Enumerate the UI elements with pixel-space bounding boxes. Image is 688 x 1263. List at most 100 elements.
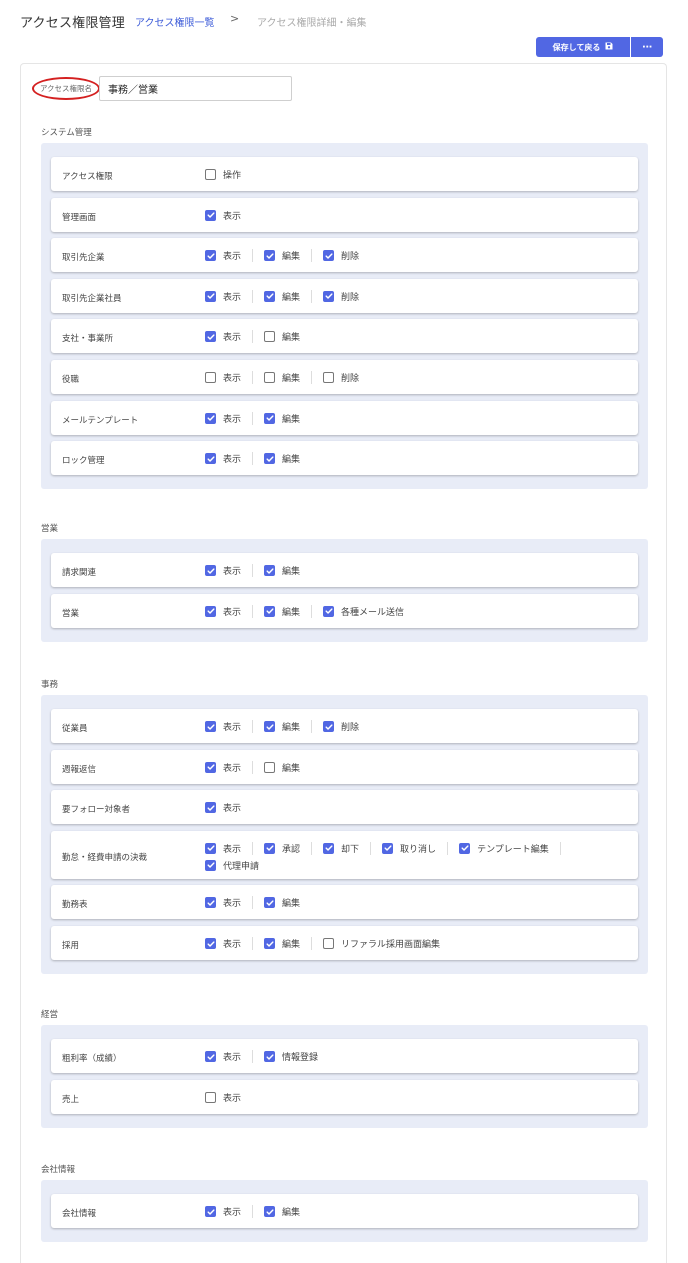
option-divider <box>252 896 254 910</box>
permission-option[interactable]: 表示 <box>205 290 241 303</box>
permission-option[interactable]: 編集 <box>264 937 300 950</box>
permission-option[interactable]: 編集 <box>264 720 300 733</box>
permission-option[interactable]: 表示 <box>205 249 241 262</box>
permission-option[interactable]: 編集 <box>264 412 300 425</box>
permission-option[interactable]: 表示 <box>205 330 241 343</box>
checkbox-checked-icon[interactable] <box>205 842 216 854</box>
permission-option[interactable]: 編集 <box>264 761 300 774</box>
checkbox-checked-icon[interactable] <box>205 721 216 732</box>
checkbox-checked-icon[interactable] <box>264 412 276 424</box>
permission-option[interactable]: 編集 <box>264 249 300 262</box>
permission-option[interactable]: 表示 <box>205 452 241 465</box>
checkbox-checked-icon[interactable] <box>264 565 276 576</box>
permission-option[interactable]: 編集 <box>264 605 300 618</box>
permission-option[interactable]: 操作 <box>205 168 241 181</box>
permission-option[interactable]: 各種メール送信 <box>323 605 404 618</box>
permission-option-label: 代理申請 <box>223 861 260 872</box>
permission-option[interactable]: 表示 <box>205 720 241 733</box>
permission-option[interactable]: 代理申請 <box>205 859 259 872</box>
permission-option[interactable]: 表示 <box>205 801 241 814</box>
permission-option[interactable]: 表示 <box>205 1050 241 1063</box>
permission-option[interactable]: 承認 <box>264 842 300 855</box>
permission-option[interactable]: 編集 <box>264 330 300 343</box>
checkbox-unchecked-icon[interactable] <box>264 372 276 383</box>
checkbox-checked-icon[interactable] <box>264 250 276 262</box>
checkbox-checked-icon[interactable] <box>205 453 216 465</box>
permission-option[interactable]: 削除 <box>323 249 359 262</box>
permission-option[interactable]: 表示 <box>205 605 241 618</box>
permission-option[interactable]: 表示 <box>205 1205 241 1218</box>
checkbox-checked-icon[interactable] <box>264 605 276 617</box>
permission-option-label: 表示 <box>223 607 242 618</box>
permission-option[interactable]: 表示 <box>205 564 241 577</box>
access-name-label: アクセス権限名 <box>32 77 100 100</box>
checkbox-checked-icon[interactable] <box>205 802 216 814</box>
permission-option[interactable]: 表示 <box>205 937 241 950</box>
checkbox-checked-icon[interactable] <box>205 938 216 949</box>
permission-option[interactable]: 表示 <box>205 1091 241 1104</box>
page-header: アクセス権限管理 アクセス権限一覧 > アクセス権限詳細・編集 <box>0 0 688 40</box>
checkbox-checked-icon[interactable] <box>264 1206 276 1217</box>
access-name-input[interactable] <box>99 76 292 101</box>
permission-option[interactable]: 表示 <box>205 842 241 855</box>
permission-option[interactable]: 情報登録 <box>264 1050 318 1063</box>
checkbox-unchecked-icon[interactable] <box>323 938 335 949</box>
permission-row-label: 管理画面 <box>62 212 97 223</box>
more-options-button[interactable]: ··· <box>631 37 663 57</box>
permission-option[interactable]: 削除 <box>323 290 359 303</box>
permission-option[interactable]: 編集 <box>264 1205 300 1218</box>
permission-option[interactable]: 編集 <box>264 371 300 384</box>
checkbox-checked-icon[interactable] <box>205 290 216 302</box>
checkbox-unchecked-icon[interactable] <box>264 761 276 773</box>
checkbox-checked-icon[interactable] <box>264 453 276 465</box>
permission-option[interactable]: 編集 <box>264 896 300 909</box>
permission-option[interactable]: 表示 <box>205 896 241 909</box>
checkbox-checked-icon[interactable] <box>205 412 216 424</box>
checkbox-checked-icon[interactable] <box>205 1206 216 1217</box>
checkbox-checked-icon[interactable] <box>205 331 216 343</box>
checkbox-unchecked-icon[interactable] <box>205 1091 216 1103</box>
checkbox-unchecked-icon[interactable] <box>264 331 276 343</box>
permission-option[interactable]: 削除 <box>323 720 359 733</box>
save-and-back-button[interactable]: 保存して戻る <box>536 37 630 57</box>
checkbox-checked-icon[interactable] <box>323 721 335 732</box>
permission-option[interactable]: 取り消し <box>382 842 436 855</box>
permission-option[interactable]: 却下 <box>323 842 359 855</box>
permission-option-label: 削除 <box>341 252 360 263</box>
permission-option[interactable]: 編集 <box>264 452 300 465</box>
checkbox-checked-icon[interactable] <box>264 897 276 909</box>
checkbox-checked-icon[interactable] <box>264 721 276 732</box>
checkbox-checked-icon[interactable] <box>323 605 335 617</box>
checkbox-unchecked-icon[interactable] <box>205 169 216 180</box>
permission-option[interactable]: 編集 <box>264 564 300 577</box>
checkbox-checked-icon[interactable] <box>264 290 276 302</box>
permission-option[interactable]: 表示 <box>205 412 241 425</box>
checkbox-checked-icon[interactable] <box>264 1051 276 1062</box>
checkbox-checked-icon[interactable] <box>205 250 216 262</box>
permission-option[interactable]: 表示 <box>205 371 241 384</box>
checkbox-checked-icon[interactable] <box>205 209 216 221</box>
permission-row-label: 勤務表 <box>62 900 88 911</box>
permission-option[interactable]: 削除 <box>323 371 359 384</box>
permission-option[interactable]: 編集 <box>264 290 300 303</box>
checkbox-checked-icon[interactable] <box>264 938 276 949</box>
checkbox-checked-icon[interactable] <box>205 1051 216 1062</box>
checkbox-checked-icon[interactable] <box>205 605 216 617</box>
checkbox-checked-icon[interactable] <box>323 290 335 302</box>
checkbox-checked-icon[interactable] <box>382 842 394 854</box>
checkbox-checked-icon[interactable] <box>323 250 335 262</box>
checkbox-checked-icon[interactable] <box>205 565 216 576</box>
permission-option[interactable]: 表示 <box>205 761 241 774</box>
permission-option[interactable]: テンプレート編集 <box>459 842 549 855</box>
checkbox-unchecked-icon[interactable] <box>205 372 216 383</box>
checkbox-checked-icon[interactable] <box>459 842 471 854</box>
breadcrumb-link-access-list[interactable]: アクセス権限一覧 <box>135 14 215 29</box>
checkbox-checked-icon[interactable] <box>205 859 216 871</box>
checkbox-checked-icon[interactable] <box>323 842 335 854</box>
permission-option[interactable]: リファラル採用画面編集 <box>323 937 440 950</box>
checkbox-unchecked-icon[interactable] <box>323 372 335 383</box>
permission-option[interactable]: 表示 <box>205 209 241 222</box>
checkbox-checked-icon[interactable] <box>205 897 216 909</box>
checkbox-checked-icon[interactable] <box>205 761 216 773</box>
checkbox-checked-icon[interactable] <box>264 842 276 854</box>
